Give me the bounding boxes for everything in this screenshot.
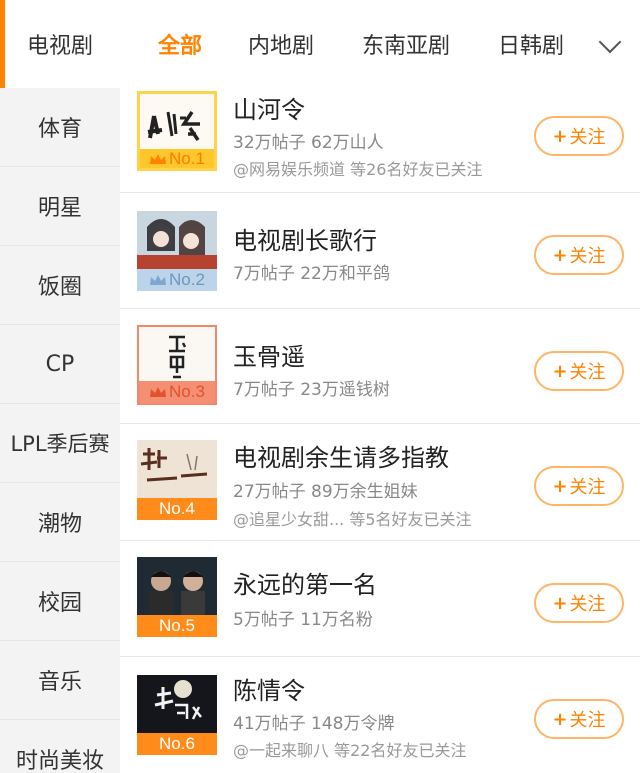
follow-button[interactable]: + 关注 — [534, 235, 624, 275]
category-sidebar: 电视剧 体育 明星 饭圈 CP LPL季后赛 潮物 校园 音乐 时尚美妆 — [0, 0, 120, 773]
topic-title[interactable]: 玉骨遥 — [233, 337, 305, 372]
rank-badge: No.4 — [137, 498, 217, 520]
list-item[interactable]: No.4 电视剧余生请多指教 27万帖子 89万余生姐妹 @追星少女甜... 等… — [120, 424, 640, 541]
topic-stats: 32万帖子 62万山人 — [233, 133, 384, 153]
poster-art — [137, 557, 217, 615]
list-item[interactable]: No.1 山河令 32万帖子 62万山人 @网易娱乐频道 等26名好友已关注 +… — [120, 88, 640, 193]
subcategory-tabs: 全部 内地剧 东南亚剧 日韩剧 — [120, 0, 640, 88]
plus-icon: + — [552, 708, 568, 730]
topic-title[interactable]: 山河令 — [233, 90, 305, 125]
rank-badge: No.2 — [137, 269, 217, 291]
sidebar-item-sports[interactable]: 体育 — [0, 88, 120, 167]
sidebar-item-music[interactable]: 音乐 — [0, 641, 120, 720]
sidebar-item-label: 音乐 — [37, 670, 82, 695]
sidebar-item-campus[interactable]: 校园 — [0, 562, 120, 641]
rank-badge: No.1 — [140, 149, 214, 168]
topic-title[interactable]: 永远的第一名 — [233, 565, 377, 600]
rank-label: No.4 — [159, 499, 195, 518]
sidebar-item-label: CP — [45, 351, 75, 377]
poster-art — [140, 94, 214, 152]
crown-icon — [150, 387, 167, 397]
list-item[interactable]: No.3 玉骨遥 7万帖子 23万遥钱树 + 关注 — [120, 309, 640, 424]
rank-badge: No.3 — [139, 381, 215, 403]
topic-stats: 7万帖子 23万遥钱树 — [233, 380, 390, 400]
poster-art — [137, 211, 217, 269]
chevron-down-icon[interactable] — [598, 30, 622, 54]
poster-thumbnail[interactable]: No.6 — [137, 675, 217, 755]
topic-title[interactable]: 陈情令 — [233, 671, 305, 706]
sidebar-item-cp[interactable]: CP — [0, 325, 120, 404]
plus-icon: + — [552, 360, 568, 382]
friends-following: @网易娱乐频道 等26名好友已关注 — [233, 160, 483, 179]
sidebar-item-label: 潮物 — [37, 512, 82, 537]
ranking-list: No.1 山河令 32万帖子 62万山人 @网易娱乐频道 等26名好友已关注 +… — [120, 88, 640, 773]
tab-southeast-asia[interactable]: 东南亚剧 — [362, 28, 450, 60]
sidebar-item-label: 时尚美妆 — [15, 749, 104, 773]
plus-icon: + — [552, 592, 568, 614]
friends-following: @一起来聊八 等22名好友已关注 — [233, 741, 467, 760]
poster-art — [137, 675, 217, 733]
friends-following: @追星少女甜... 等5名好友已关注 — [233, 510, 472, 529]
rank-label: No.3 — [169, 382, 205, 401]
rank-label: No.2 — [169, 270, 205, 289]
sidebar-item-tv[interactable]: 电视剧 — [0, 0, 120, 88]
follow-button[interactable]: + 关注 — [534, 699, 624, 739]
list-item[interactable]: No.2 电视剧长歌行 7万帖子 22万和平鸽 + 关注 — [120, 193, 640, 309]
poster-thumbnail[interactable]: No.4 — [137, 440, 217, 520]
poster-thumbnail[interactable]: No.5 — [137, 557, 217, 637]
sidebar-item-label: LPL季后赛 — [10, 432, 110, 456]
follow-button[interactable]: + 关注 — [534, 116, 624, 156]
follow-button[interactable]: + 关注 — [534, 351, 624, 391]
follow-label: 关注 — [569, 127, 606, 148]
topic-stats: 27万帖子 89万余生姐妹 — [233, 482, 418, 502]
sidebar-item-label: 校园 — [37, 591, 82, 616]
follow-label: 关注 — [569, 246, 606, 267]
tab-all[interactable]: 全部 — [158, 28, 202, 60]
rank-badge: No.6 — [137, 733, 217, 755]
poster-thumbnail[interactable]: No.1 — [137, 91, 217, 171]
follow-button[interactable]: + 关注 — [534, 466, 624, 506]
follow-label: 关注 — [569, 594, 606, 615]
follow-label: 关注 — [569, 710, 606, 731]
topic-stats: 5万帖子 11万名粉 — [233, 610, 373, 630]
follow-label: 关注 — [569, 477, 606, 498]
tab-mainland[interactable]: 内地剧 — [248, 28, 314, 60]
poster-thumbnail[interactable]: No.2 — [137, 211, 217, 291]
poster-art — [139, 327, 215, 385]
crown-icon — [150, 153, 167, 164]
sidebar-item-lpl[interactable]: LPL季后赛 — [0, 404, 120, 483]
topic-title[interactable]: 电视剧长歌行 — [233, 221, 377, 256]
sidebar-item-trendy[interactable]: 潮物 — [0, 483, 120, 562]
topic-stats: 7万帖子 22万和平鸽 — [233, 264, 390, 284]
poster-thumbnail[interactable]: No.3 — [137, 325, 217, 405]
plus-icon: + — [552, 475, 568, 497]
topic-title[interactable]: 电视剧余生请多指教 — [233, 438, 449, 473]
follow-label: 关注 — [569, 362, 606, 383]
plus-icon: + — [552, 125, 568, 147]
sidebar-item-label: 明星 — [37, 196, 82, 221]
tab-japan-korea[interactable]: 日韩剧 — [498, 28, 564, 60]
list-item[interactable]: No.5 永远的第一名 5万帖子 11万名粉 + 关注 — [120, 541, 640, 657]
sidebar-item-label: 体育 — [37, 117, 82, 142]
rank-badge: No.5 — [137, 615, 217, 637]
rank-label: No.1 — [169, 148, 205, 168]
sidebar-item-label: 饭圈 — [37, 275, 82, 300]
rank-label: No.6 — [159, 734, 195, 753]
topic-stats: 41万帖子 148万令牌 — [233, 714, 395, 734]
rank-label: No.5 — [159, 616, 195, 635]
sidebar-item-label: 电视剧 — [26, 34, 93, 59]
crown-icon — [150, 275, 167, 285]
sidebar-item-fashion[interactable]: 时尚美妆 — [0, 720, 120, 773]
list-item[interactable]: No.6 陈情令 41万帖子 148万令牌 @一起来聊八 等22名好友已关注 +… — [120, 657, 640, 773]
sidebar-item-stars[interactable]: 明星 — [0, 167, 120, 246]
poster-art — [137, 440, 217, 498]
follow-button[interactable]: + 关注 — [534, 583, 624, 623]
sidebar-item-fandom[interactable]: 饭圈 — [0, 246, 120, 325]
plus-icon: + — [552, 244, 568, 266]
